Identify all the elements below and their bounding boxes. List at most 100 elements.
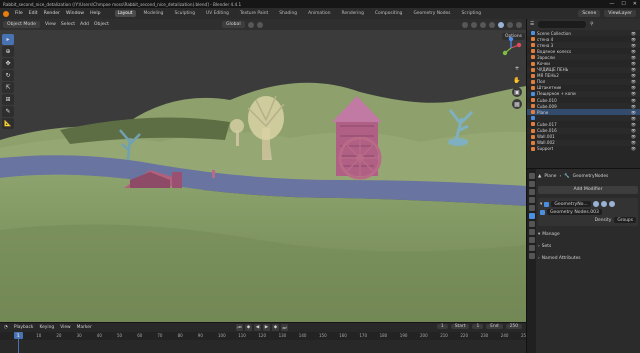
prev-key-icon[interactable]: ◆ [245, 324, 252, 331]
visibility-eye-icon[interactable]: 👁 [631, 79, 637, 84]
named-attributes-section[interactable]: › Named Attributes [538, 254, 638, 262]
visibility-eye-icon[interactable]: 👁 [631, 85, 637, 90]
menu-select[interactable]: Select [61, 22, 75, 27]
render-tab-icon[interactable] [528, 181, 535, 187]
transform-icon[interactable]: ⊞ [2, 94, 14, 105]
menu-timeline-view[interactable]: View [60, 325, 70, 330]
frame-ruler[interactable]: 1 1 10 20 30 40 50 60 70 80 90 100 110 120 130 140 150 1… [0, 332, 529, 340]
annotate-icon[interactable]: ✎ [2, 106, 14, 117]
outliner-search-input[interactable] [538, 21, 587, 28]
menu-add[interactable]: Add [80, 22, 89, 27]
visibility-eye-icon[interactable]: 👁 [631, 49, 637, 54]
solid-shading-icon[interactable] [498, 21, 504, 28]
play-icon[interactable]: ▶ [263, 324, 270, 331]
filter-icon[interactable]: ⚲ [590, 22, 593, 27]
xray-icon[interactable] [489, 21, 495, 28]
visibility-eye-icon[interactable]: 👁 [631, 128, 637, 133]
jump-start-icon[interactable]: ⏮ [236, 324, 243, 331]
menu-help[interactable]: Help [90, 11, 100, 16]
view-layer-selector[interactable]: ViewLayer [604, 10, 636, 17]
visibility-eye-icon[interactable]: 👁 [631, 37, 637, 42]
menu-edit[interactable]: Edit [29, 11, 38, 16]
visibility-eye-icon[interactable]: 👁 [631, 98, 637, 103]
tab-animation[interactable]: Animation [305, 10, 333, 17]
tab-modeling[interactable]: Modeling [141, 10, 167, 17]
menu-render[interactable]: Render [44, 11, 60, 16]
tab-sculpting[interactable]: Sculpting [171, 10, 198, 17]
select-box-icon[interactable]: ▸ [2, 34, 14, 45]
navigation-gizmo-icon[interactable] [500, 37, 522, 59]
visibility-eye-icon[interactable]: 👁 [631, 67, 637, 72]
gizmo-icon[interactable] [471, 21, 477, 28]
timeline-editor-icon[interactable]: ◔ [4, 325, 8, 330]
constraints-tab-icon[interactable] [528, 237, 535, 243]
outliner-row[interactable]: Support 👁 [527, 146, 640, 152]
visibility-eye-icon[interactable]: 👁 [631, 31, 637, 36]
mode-dropdown[interactable]: Object Mode [3, 21, 40, 28]
perspective-icon[interactable]: ▦ [512, 99, 522, 109]
tab-geometry-nodes[interactable]: Geometry Nodes [410, 10, 453, 17]
menu-keying[interactable]: Keying [39, 325, 54, 330]
visibility-eye-icon[interactable]: 👁 [631, 55, 637, 60]
camera-icon[interactable]: ▣ [512, 87, 522, 97]
tab-scripting[interactable]: Scripting [458, 10, 484, 17]
next-key-icon[interactable]: ◆ [272, 324, 279, 331]
measure-icon[interactable]: 📐 [2, 118, 14, 129]
tab-rendering[interactable]: Rendering [338, 10, 366, 17]
edit-mode-toggle-icon[interactable] [592, 201, 599, 207]
rendered-shading-icon[interactable] [516, 21, 522, 28]
visibility-eye-icon[interactable]: 👁 [631, 116, 637, 121]
cursor-icon[interactable]: ⊕ [2, 46, 14, 57]
particles-tab-icon[interactable] [528, 221, 535, 227]
render-toggle-icon[interactable] [608, 201, 615, 207]
visibility-eye-icon[interactable]: 👁 [631, 61, 637, 66]
current-frame-field[interactable]: 1 [436, 324, 448, 329]
physics-tab-icon[interactable] [528, 229, 535, 235]
scene-selector[interactable]: Scene [578, 10, 601, 17]
menu-file[interactable]: File [15, 11, 23, 16]
end-frame-field[interactable]: 250 [505, 324, 522, 329]
tab-shading[interactable]: Shading [276, 10, 300, 17]
overlay-icon[interactable] [480, 21, 486, 28]
data-tab-icon[interactable] [528, 245, 535, 251]
tab-texture-paint[interactable]: Texture Paint [237, 10, 271, 17]
menu-object[interactable]: Object [94, 22, 109, 27]
minimize-icon[interactable]: — [609, 1, 614, 7]
visibility-eye-icon[interactable]: 👁 [631, 73, 637, 78]
tab-layout[interactable]: Layout [114, 10, 136, 17]
pan-icon[interactable]: ✋ [512, 75, 522, 85]
manage-section[interactable]: ▾ Manage [538, 230, 638, 238]
add-modifier-button[interactable]: Add Modifier [538, 186, 638, 194]
visibility-eye-icon[interactable]: 👁 [631, 140, 637, 145]
menu-playback[interactable]: Playback [14, 325, 34, 330]
modifier-tab-icon[interactable] [528, 213, 535, 219]
output-tab-icon[interactable] [528, 189, 535, 195]
collapse-icon[interactable]: ▾ [540, 202, 542, 207]
jump-end-icon[interactable]: ⏭ [281, 324, 288, 331]
menu-view[interactable]: View [45, 22, 56, 27]
visibility-eye-icon[interactable]: 👁 [631, 146, 637, 151]
menu-marker[interactable]: Marker [77, 325, 92, 330]
visibility-eye-icon[interactable]: 👁 [631, 110, 637, 115]
material-shading-icon[interactable] [507, 21, 513, 28]
menu-window[interactable]: Window [66, 11, 84, 16]
tab-compositing[interactable]: Compositing [372, 10, 406, 17]
density-field[interactable]: Groups [614, 217, 636, 223]
maximize-icon[interactable]: ☐ [621, 1, 625, 7]
start-frame-field[interactable]: 1 [472, 324, 484, 329]
scale-icon[interactable]: ⇱ [2, 82, 14, 93]
rotate-icon[interactable]: ↻ [2, 70, 14, 81]
visibility-icon[interactable] [462, 21, 468, 28]
visibility-eye-icon[interactable]: 👁 [631, 91, 637, 96]
sets-section[interactable]: › Sets [538, 242, 638, 250]
blender-logo-icon[interactable] [3, 10, 9, 17]
proportional-edit-icon[interactable] [256, 21, 263, 28]
scene-tab-icon[interactable] [528, 197, 535, 203]
close-icon[interactable]: ✕ [633, 1, 637, 7]
tab-uv-editing[interactable]: UV Editing [203, 10, 232, 17]
tool-tab-icon[interactable] [528, 173, 535, 179]
move-icon[interactable]: ✥ [2, 58, 14, 69]
zoom-icon[interactable]: + [512, 63, 522, 73]
visibility-eye-icon[interactable]: 👁 [631, 122, 637, 127]
visibility-eye-icon[interactable]: 👁 [631, 134, 637, 139]
